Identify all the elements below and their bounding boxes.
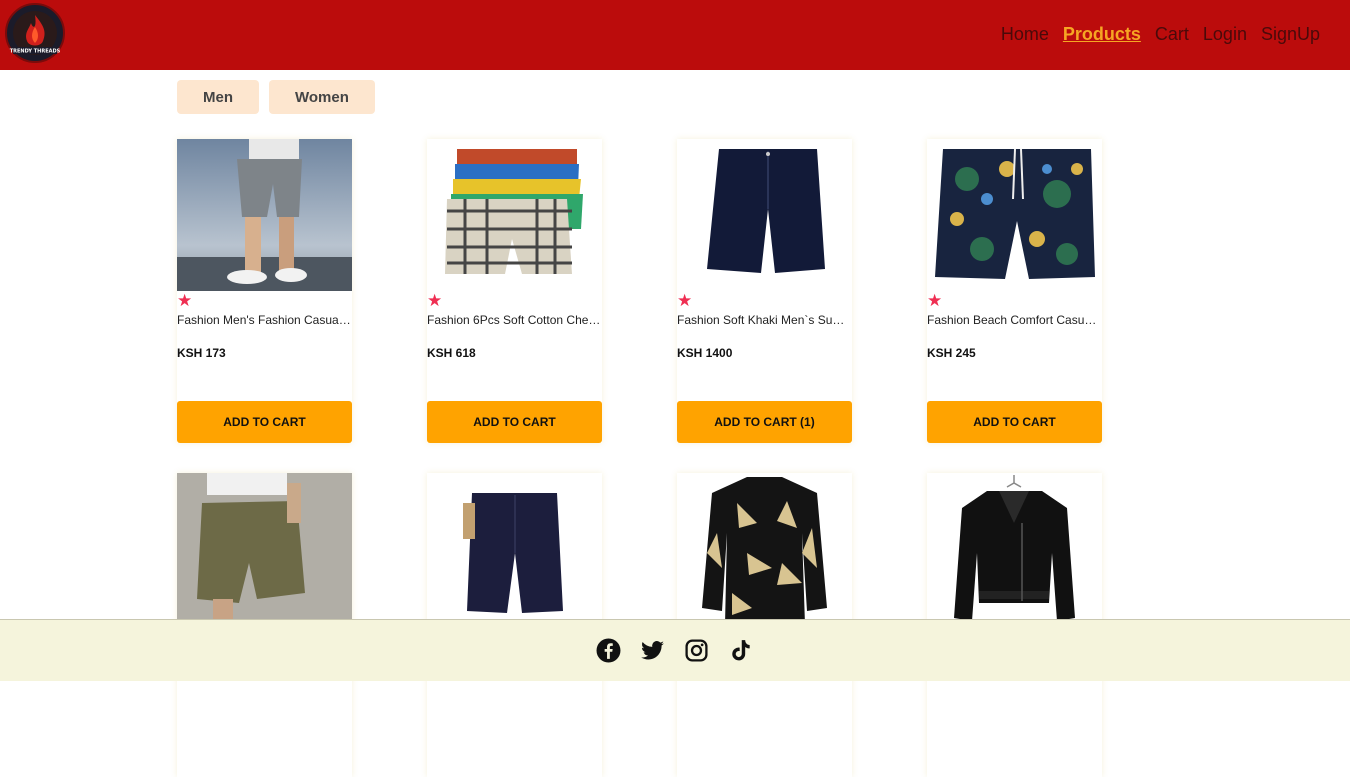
product-grid: ★ Fashion Men's Fashion Casual S... KSH …: [177, 139, 1102, 777]
nav-signup[interactable]: SignUp: [1261, 24, 1320, 45]
filter-men-button[interactable]: Men: [177, 80, 259, 114]
add-to-cart-button[interactable]: ADD TO CART: [177, 401, 352, 443]
product-price: KSH 245: [927, 346, 976, 360]
star-icon: ★: [927, 291, 943, 311]
product-image[interactable]: [427, 473, 602, 625]
product-image[interactable]: [177, 139, 352, 291]
star-icon: ★: [677, 291, 693, 311]
star-icon: ★: [427, 291, 443, 311]
nav-cart[interactable]: Cart: [1155, 24, 1189, 45]
product-card: ★ Fashion 6Pcs Soft Cotton Chec... KSH 6…: [427, 139, 602, 443]
product-price: KSH 618: [427, 346, 476, 360]
nav-login[interactable]: Login: [1203, 24, 1247, 45]
facebook-icon[interactable]: [596, 638, 621, 663]
product-image[interactable]: [927, 139, 1102, 291]
product-image[interactable]: [177, 473, 352, 625]
product-image[interactable]: [677, 139, 852, 291]
add-to-cart-button[interactable]: ADD TO CART: [927, 401, 1102, 443]
product-card: ★ Fashion Men's Fashion Casual S... KSH …: [177, 139, 352, 443]
add-to-cart-button[interactable]: ADD TO CART (1): [677, 401, 852, 443]
logo[interactable]: TRENDY THREADS: [3, 3, 67, 63]
product-image[interactable]: [677, 473, 852, 625]
product-price: KSH 173: [177, 346, 226, 360]
product-title[interactable]: Fashion 6Pcs Soft Cotton Chec...: [427, 313, 602, 327]
svg-text:TRENDY THREADS: TRENDY THREADS: [10, 49, 61, 55]
product-card: ★ Fashion Soft Khaki Men`s Sum... KSH 14…: [677, 139, 852, 443]
product-image[interactable]: [927, 473, 1102, 625]
product-title[interactable]: Fashion Beach Comfort Casual ...: [927, 313, 1102, 327]
twitter-icon[interactable]: [640, 638, 665, 663]
product-title[interactable]: Fashion Soft Khaki Men`s Sum...: [677, 313, 852, 327]
product-price: KSH 1400: [677, 346, 733, 360]
nav-home[interactable]: Home: [1001, 24, 1049, 45]
social-links: [596, 638, 753, 663]
tiktok-icon[interactable]: [728, 638, 753, 663]
product-card: ★ Fashion Beach Comfort Casual ... KSH 2…: [927, 139, 1102, 443]
nav-products[interactable]: Products: [1063, 24, 1141, 45]
footer: [0, 619, 1350, 681]
filter-women-button[interactable]: Women: [269, 80, 375, 114]
star-icon: ★: [177, 291, 193, 311]
instagram-icon[interactable]: [684, 638, 709, 663]
add-to-cart-button[interactable]: ADD TO CART: [427, 401, 602, 443]
header: TRENDY THREADS Home Products Cart Login …: [0, 0, 1350, 70]
category-filters: Men Women: [177, 80, 375, 114]
product-image[interactable]: [427, 139, 602, 291]
main-nav: Home Products Cart Login SignUp: [1001, 24, 1320, 45]
product-title[interactable]: Fashion Men's Fashion Casual S...: [177, 313, 352, 327]
